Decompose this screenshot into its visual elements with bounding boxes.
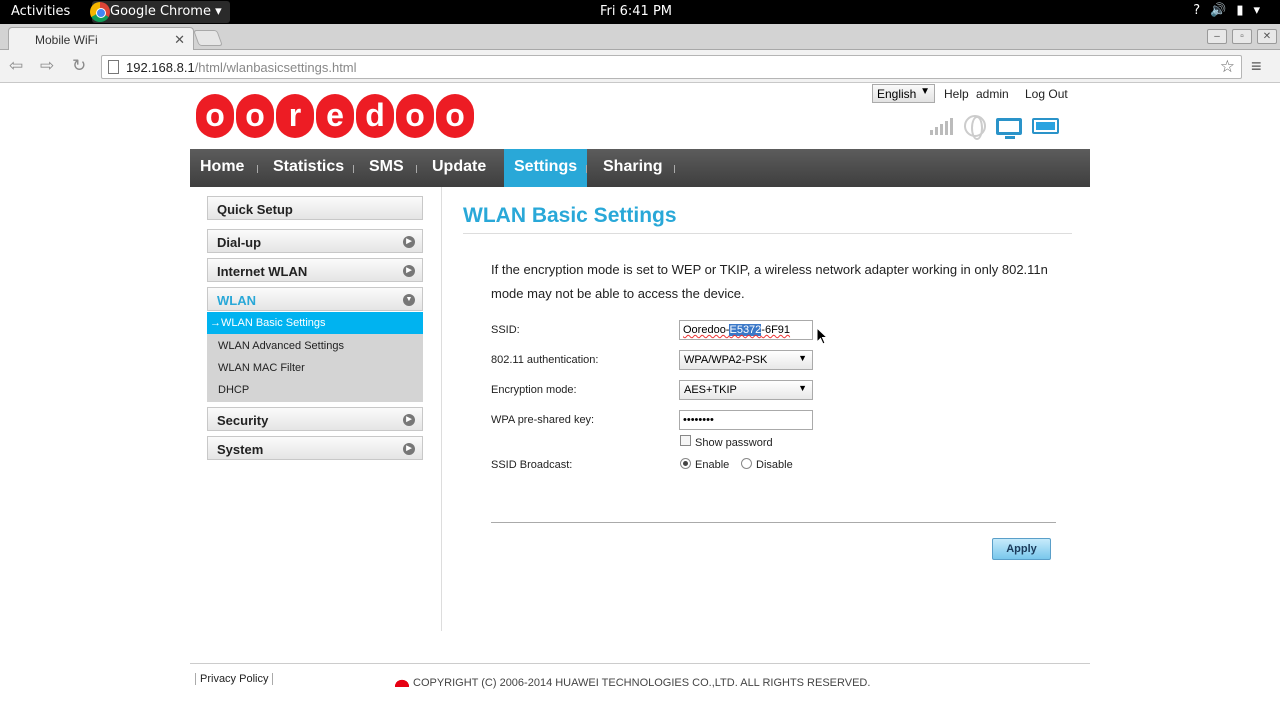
sidebar-item-security[interactable]: Security ▶ [207, 407, 423, 431]
sidebar-item-dial-up[interactable]: Dial-up ▶ [207, 229, 423, 253]
logout-link[interactable]: Log Out [1025, 87, 1068, 101]
address-bar[interactable]: 192.168.8.1/html/wlanbasicsettings.html … [101, 55, 1242, 79]
reload-icon[interactable]: ↻ [72, 56, 86, 76]
main-nav: Home Statistics SMS Update Settings Shar… [190, 149, 1090, 187]
tab-title: Mobile WiFi [35, 33, 98, 47]
logo-letter: o [436, 94, 474, 138]
nav-statistics[interactable]: Statistics [273, 149, 344, 187]
page-title: WLAN Basic Settings [463, 204, 677, 227]
chevron-right-icon: ▶ [403, 443, 415, 455]
ssid-label: SSID: [491, 324, 520, 336]
psk-input[interactable]: •••••••• [679, 410, 813, 430]
title-divider [463, 233, 1072, 234]
user-name: admin [976, 87, 1009, 101]
sidebar-item-system[interactable]: System ▶ [207, 436, 423, 460]
chevron-down-icon: ▼ [920, 86, 930, 97]
show-password-label: Show password [695, 437, 773, 449]
chevron-right-icon: ▶ [403, 236, 415, 248]
forward-arrow-icon[interactable]: ⇨ [40, 56, 54, 76]
chevron-right-icon: ▶ [403, 414, 415, 426]
wlan-submenu: →WLAN Basic Settings WLAN Advanced Setti… [207, 312, 423, 402]
footer-divider [190, 663, 1090, 664]
close-icon[interactable]: ✕ [174, 32, 185, 48]
broadcast-enable-label: Enable [695, 459, 730, 471]
nav-sms[interactable]: SMS [369, 149, 404, 187]
chevron-down-icon: ▾ [1253, 3, 1270, 18]
auth-label: 802.11 authentication: [491, 354, 599, 366]
nav-sharing[interactable]: Sharing [603, 149, 663, 187]
column-divider [441, 187, 442, 631]
logo-letter: d [356, 94, 394, 138]
apply-button[interactable]: Apply [992, 538, 1051, 560]
app-menu-label: Google Chrome [110, 4, 211, 19]
sidebar-item-quick-setup[interactable]: Quick Setup [207, 196, 423, 220]
browser-tab[interactable]: Mobile WiFi ✕ [8, 27, 194, 50]
chevron-down-icon: ▾ [215, 4, 222, 19]
sidebar-item-internet-wlan[interactable]: Internet WLAN ▶ [207, 258, 423, 282]
minimize-button[interactable]: – [1207, 29, 1227, 44]
maximize-button[interactable]: ▫ [1232, 29, 1252, 44]
sidebar-item-wlan-advanced-settings[interactable]: WLAN Advanced Settings [207, 335, 423, 357]
hamburger-menu-icon[interactable]: ≡ [1251, 56, 1262, 77]
internet-globe-icon [964, 115, 986, 140]
sidebar-item-wlan-mac-filter[interactable]: WLAN MAC Filter [207, 357, 423, 379]
nav-settings[interactable]: Settings [504, 149, 588, 187]
new-tab-button[interactable] [193, 30, 223, 46]
chevron-down-icon: ▼ [798, 353, 807, 363]
close-window-button[interactable]: ✕ [1257, 29, 1277, 44]
logo-letter: o [236, 94, 274, 138]
web-page: ooredoo English ▼ Help admin Log Out Home… [0, 83, 1280, 720]
system-tray[interactable]: ?🔊▮▾ [1193, 3, 1270, 18]
sidebar-item-dhcp[interactable]: DHCP [207, 379, 423, 401]
show-password-checkbox[interactable] [680, 435, 691, 446]
privacy-policy-link[interactable]: Privacy Policy [195, 673, 274, 685]
encryption-notice: If the encryption mode is set to WEP or … [491, 262, 1048, 301]
encryption-label: Encryption mode: [491, 384, 577, 396]
chrome-icon [90, 2, 110, 22]
url-text: 192.168.8.1/html/wlanbasicsettings.html [126, 60, 357, 75]
psk-label: WPA pre-shared key: [491, 414, 595, 426]
broadcast-disable-radio[interactable] [741, 458, 752, 469]
ssid-broadcast-label: SSID Broadcast: [491, 459, 573, 471]
mouse-cursor-icon [816, 327, 828, 345]
volume-icon: 🔊 [1210, 3, 1237, 18]
language-select[interactable]: English ▼ [872, 84, 935, 103]
ooredoo-logo: ooredoo [196, 94, 474, 138]
app-menu[interactable]: Google Chrome ▾ [90, 1, 230, 23]
clock[interactable]: Fri 6:41 PM [600, 4, 672, 19]
battery-icon [1032, 118, 1059, 134]
broadcast-enable-radio[interactable] [680, 458, 691, 469]
chevron-right-icon: ▶ [403, 265, 415, 277]
help-link[interactable]: Help [944, 87, 969, 101]
logo-letter: e [316, 94, 354, 138]
nav-update[interactable]: Update [432, 149, 486, 187]
chevron-down-icon: ▼ [798, 383, 807, 393]
logo-letter: o [396, 94, 434, 138]
status-icons [930, 115, 1059, 140]
nav-home[interactable]: Home [200, 149, 244, 187]
copyright-text: COPYRIGHT (C) 2006-2014 HUAWEI TECHNOLOG… [395, 676, 870, 689]
sidebar-item-wlan[interactable]: WLAN ▼ [207, 287, 423, 311]
auth-select[interactable]: WPA/WPA2-PSK ▼ [679, 350, 813, 370]
huawei-logo-icon [395, 676, 409, 687]
help-icon: ? [1193, 3, 1211, 18]
broadcast-disable-label: Disable [756, 459, 793, 471]
ssid-input[interactable]: Ooredoo-E5372-6F91 [679, 320, 813, 340]
system-top-bar: Activities Google Chrome ▾ Fri 6:41 PM ?… [0, 0, 1280, 24]
chevron-down-icon: ▼ [403, 294, 415, 306]
bookmark-star-icon[interactable]: ☆ [1220, 57, 1235, 77]
encryption-select[interactable]: AES+TKIP ▼ [679, 380, 813, 400]
page-icon [108, 60, 119, 74]
logo-letter: r [276, 94, 314, 138]
browser-toolbar: ⇦ ⇨ ↻ 192.168.8.1/html/wlanbasicsettings… [0, 50, 1280, 83]
logo-letter: o [196, 94, 234, 138]
back-arrow-icon[interactable]: ⇦ [9, 56, 23, 76]
connected-device-icon [996, 117, 1022, 139]
battery-icon: ▮ [1236, 3, 1254, 18]
activities-button[interactable]: Activities [11, 4, 70, 19]
tab-strip: Mobile WiFi ✕ – ▫ ✕ [0, 24, 1280, 50]
sidebar-item-wlan-basic-settings[interactable]: →WLAN Basic Settings [207, 312, 423, 334]
signal-strength-icon [930, 117, 954, 135]
form-divider [491, 522, 1056, 523]
